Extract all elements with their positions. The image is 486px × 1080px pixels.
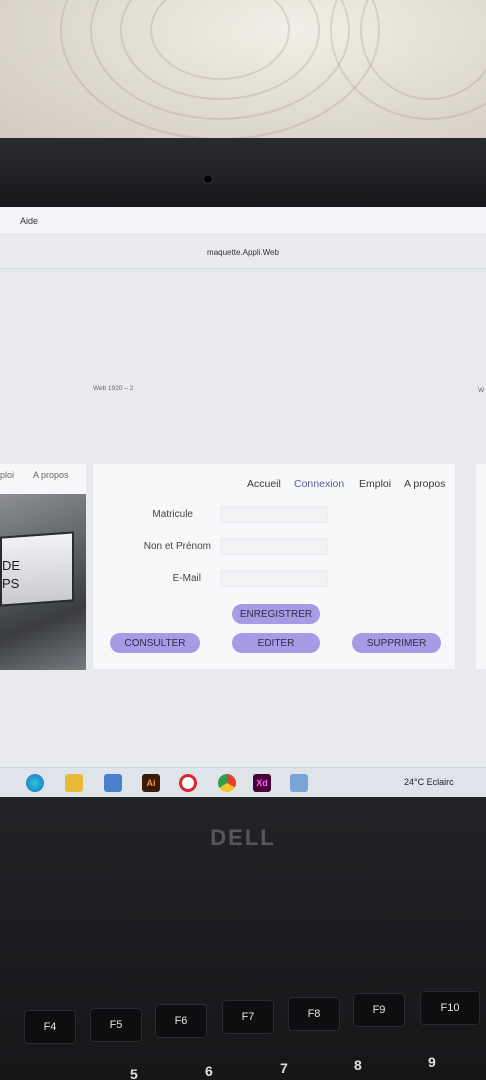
key-f10[interactable]: F10 — [420, 991, 480, 1025]
nav-emploi[interactable]: Emploi — [359, 478, 391, 490]
delete-button[interactable]: SUPPRIMER — [352, 633, 441, 653]
window-title: maquette.Appli.Web — [207, 248, 279, 257]
artboard-right[interactable] — [476, 464, 486, 669]
artboard-main[interactable]: Accueil Connexion Emploi A propos Matric… — [93, 464, 455, 669]
menu-bar: Aide — [0, 207, 486, 233]
opera-icon[interactable] — [179, 774, 197, 792]
email-label: E-Mail — [172, 573, 201, 584]
menu-item-help[interactable]: Aide — [20, 216, 38, 226]
nav-accueil[interactable]: Accueil — [247, 478, 281, 490]
matricule-input[interactable] — [220, 506, 328, 523]
illustrator-label: Ai — [146, 778, 156, 788]
artboard-label-right[interactable]: W — [478, 387, 484, 394]
photo-text-2: PS — [2, 576, 20, 591]
consult-button[interactable]: CONSULTER — [110, 633, 200, 653]
edit-button[interactable]: EDITER — [232, 633, 320, 653]
nav-connexion[interactable]: Connexion — [294, 478, 344, 490]
title-bar: maquette.Appli.Web — [0, 233, 486, 269]
artboard-label-main[interactable]: Web 1920 – 2 — [93, 385, 133, 392]
key-7[interactable]: 7 — [280, 1060, 288, 1076]
artboard-left[interactable]: ploi A propos DE PS — [0, 464, 86, 670]
photo-text-1: DE — [2, 558, 21, 573]
wall-background — [0, 0, 486, 150]
app-icon[interactable] — [290, 774, 308, 792]
key-9[interactable]: 9 — [428, 1054, 436, 1070]
store-icon[interactable] — [104, 774, 122, 792]
key-5[interactable]: 5 — [130, 1066, 138, 1080]
nav-emploi: ploi — [0, 470, 15, 480]
key-8[interactable]: 8 — [354, 1057, 362, 1073]
edge-icon[interactable] — [26, 774, 44, 792]
key-f9[interactable]: F9 — [353, 993, 405, 1027]
taskbar: Ai Xd 24°C Eclairc — [0, 767, 486, 797]
hero-photo: DE PS — [0, 494, 86, 670]
weather-widget[interactable]: 24°C Eclairc — [404, 777, 454, 787]
xd-label: Xd — [256, 778, 268, 788]
matricule-label: Matricule — [152, 509, 193, 520]
nav-apropos[interactable]: A propos — [404, 478, 445, 490]
illustrator-icon[interactable]: Ai — [142, 774, 160, 792]
screen: Aide maquette.Appli.Web Web 1920 – 2 W W… — [0, 207, 486, 797]
email-input[interactable] — [220, 570, 328, 587]
laptop-bezel — [0, 138, 486, 218]
key-f6[interactable]: F6 — [155, 1004, 207, 1038]
xd-icon[interactable]: Xd — [253, 774, 271, 792]
key-6[interactable]: 6 — [205, 1063, 213, 1079]
brand-logo: DELL — [210, 825, 276, 850]
explorer-icon[interactable] — [65, 774, 83, 792]
design-canvas[interactable]: Web 1920 – 2 W W ploi A propos DE PS Acc… — [0, 269, 486, 769]
key-f7[interactable]: F7 — [222, 1000, 274, 1034]
nom-label: Non et Prénom — [143, 541, 211, 552]
webcam — [203, 174, 213, 184]
key-f5[interactable]: F5 — [90, 1008, 142, 1042]
nav-apropos: A propos — [33, 470, 69, 480]
register-button[interactable]: ENREGISTRER — [232, 604, 320, 624]
chrome-icon[interactable] — [218, 774, 236, 792]
key-f8[interactable]: F8 — [288, 997, 340, 1031]
key-f4[interactable]: F4 — [24, 1010, 76, 1044]
nom-input[interactable] — [220, 538, 328, 555]
